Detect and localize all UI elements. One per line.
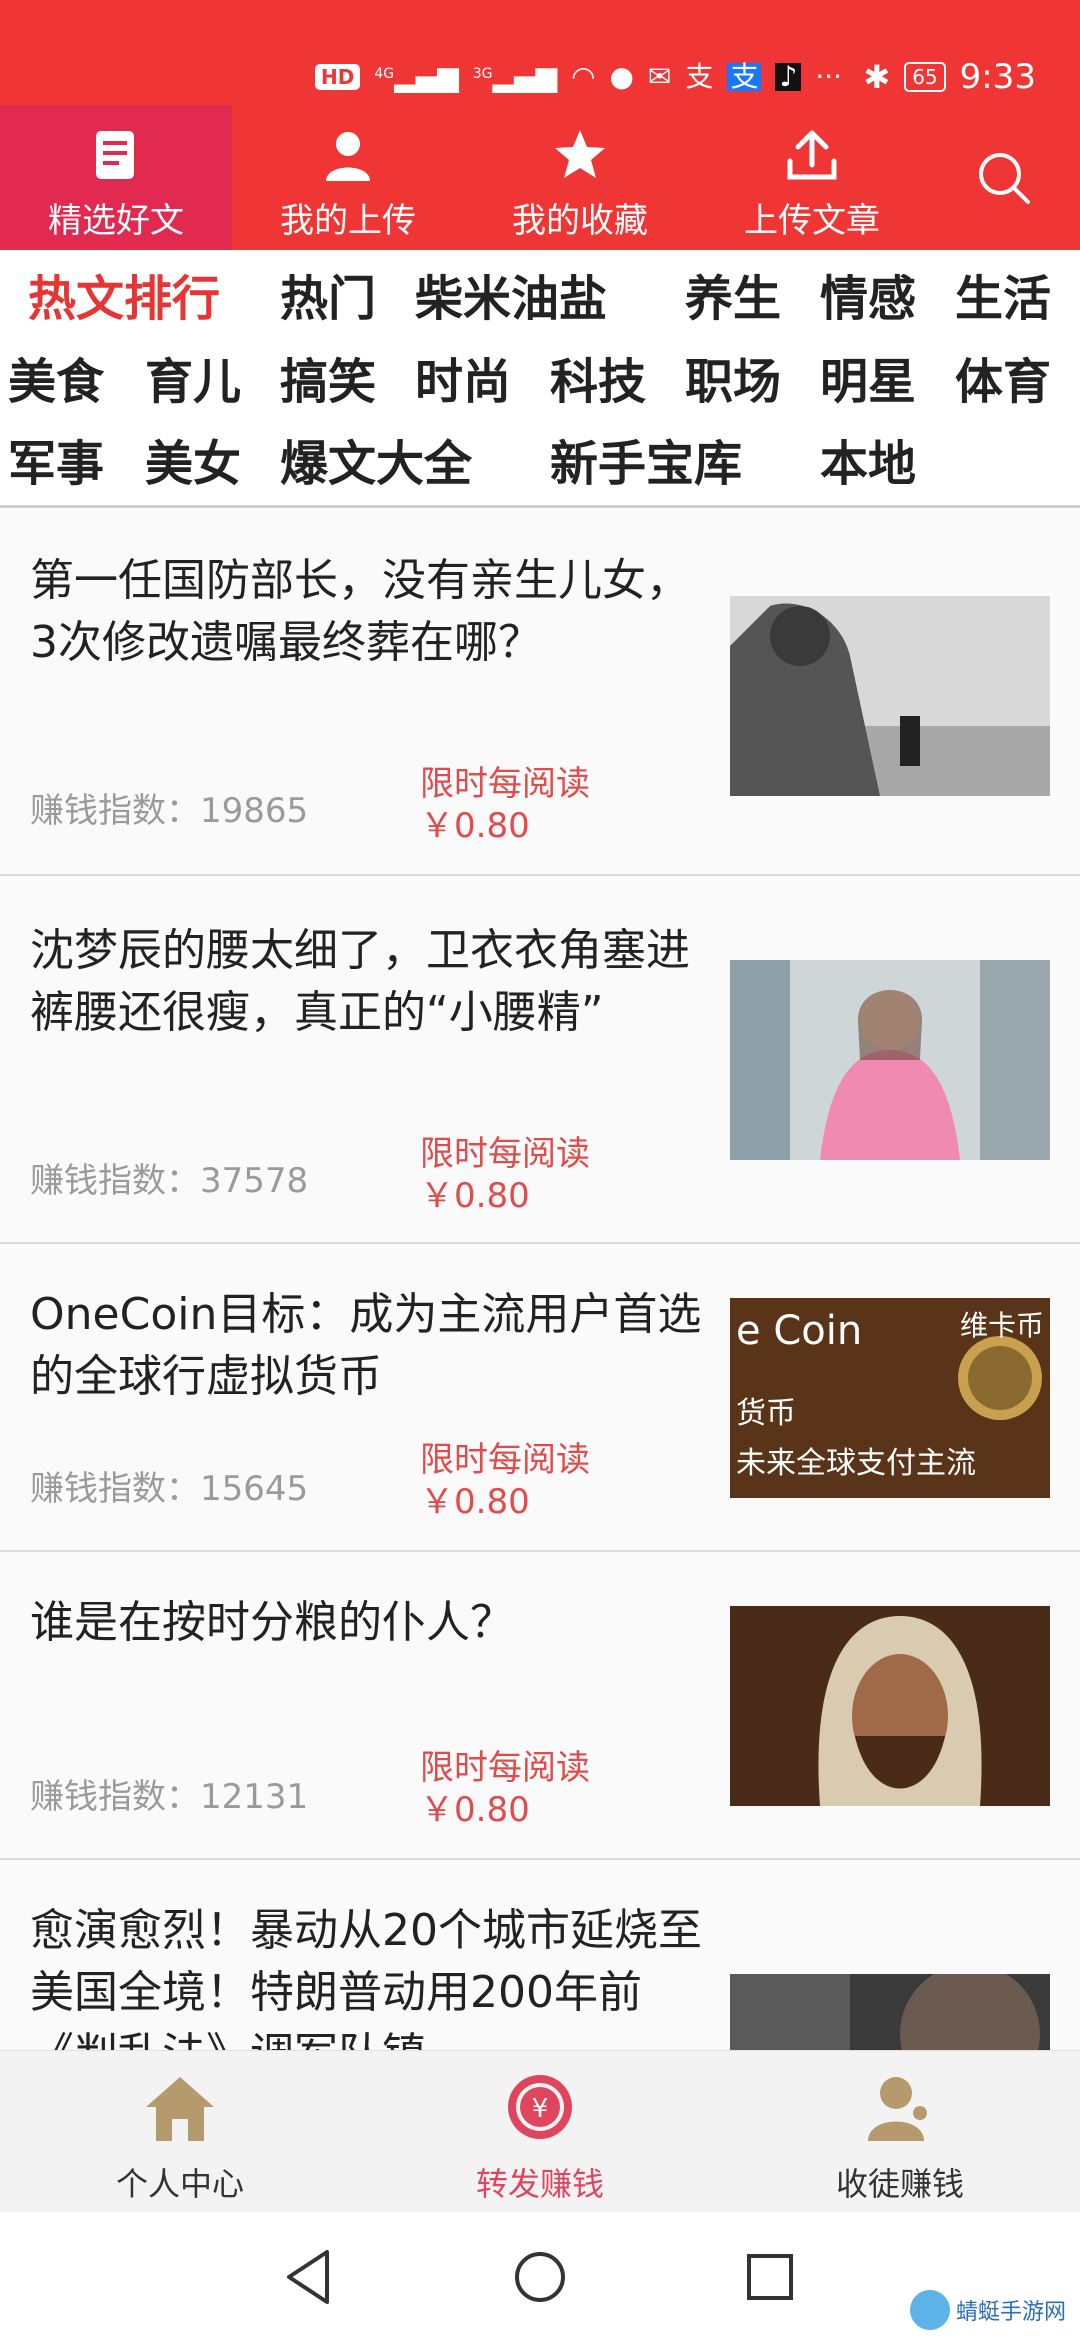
- category-military[interactable]: 军事: [8, 440, 104, 488]
- reward-info: 限时每阅读 ￥0.80: [420, 1134, 590, 1216]
- battery-icon: 65: [904, 62, 946, 92]
- tab-featured[interactable]: 精选好文: [0, 105, 232, 250]
- watermark: 蜻蜓手游网: [909, 2290, 1066, 2330]
- add-user-icon: [868, 2077, 930, 2141]
- watermark-logo-icon: [909, 2290, 950, 2330]
- earn-index: 赚钱指数：37578: [30, 1161, 309, 1201]
- tab-upload-article-label: 上传文章: [744, 201, 880, 241]
- wifi-icon: ◠: [571, 60, 596, 93]
- earn-index: 赚钱指数：19865: [30, 791, 309, 831]
- category-hot-ranking[interactable]: 热文排行: [28, 275, 220, 323]
- alipay-icon: 支: [685, 60, 714, 93]
- category-newbie[interactable]: 新手宝库: [550, 440, 742, 488]
- upload-icon: [787, 130, 837, 180]
- status-bar: HD 4G▂▄▆ 3G▂▄▆ ◠ ● ✉ 支 支 ♪ ··· ✱ 65 9:33: [0, 0, 1080, 105]
- search-button[interactable]: [928, 105, 1080, 250]
- tab-forward-earn-label: 转发赚钱: [475, 2165, 604, 2203]
- category-career[interactable]: 职场: [685, 358, 781, 406]
- search-icon: [979, 152, 1030, 204]
- yuan-coin-icon: ¥: [508, 2075, 572, 2139]
- article-title: 愈演愈烈！暴动从20个城市延烧至美国全境！特朗普动用200年前《判乱法》调军队镇: [30, 1905, 702, 2050]
- status-right-icons: ✱ 65 9:33: [863, 52, 1036, 102]
- article-thumbnail: e Coin 维卡币 货币 未来全球支付主流: [730, 1298, 1050, 1498]
- signal-icon: 4G▂▄▆: [374, 60, 459, 93]
- home-icon[interactable]: [505, 2242, 575, 2312]
- article-item[interactable]: 沈梦辰的腰太细了，卫衣衣角塞进裤腰还很瘦，真正的“小腰精” 赚钱指数：37578…: [0, 878, 1080, 1244]
- article-item[interactable]: 第一任国防部长，没有亲生儿女，3次修改遗嘱最终葬在哪？ 赚钱指数：19865 限…: [0, 508, 1080, 876]
- tab-upload-article[interactable]: 上传文章: [696, 105, 928, 250]
- article-thumbnail: [730, 1974, 1050, 2050]
- category-health[interactable]: 养生: [685, 275, 781, 323]
- tab-recruit-earn-label: 收徒赚钱: [835, 2165, 964, 2203]
- status-left-icons: HD 4G▂▄▆ 3G▂▄▆ ◠ ● ✉ 支 支 ♪ ···: [315, 52, 842, 102]
- hd-badge: HD: [315, 64, 361, 90]
- tab-my-uploads-label: 我的上传: [280, 201, 416, 241]
- reward-info: 限时每阅读 ￥0.80: [420, 764, 590, 846]
- tab-my-favorites[interactable]: 我的收藏: [464, 105, 696, 250]
- category-celebrity[interactable]: 明星: [820, 358, 916, 406]
- category-sports[interactable]: 体育: [955, 358, 1051, 406]
- article-item[interactable]: 谁是在按时分粮的仆人？ 赚钱指数：12131 限时每阅读 ￥0.80: [0, 1554, 1080, 1860]
- tab-personal-center-label: 个人中心: [115, 2165, 244, 2203]
- category-local[interactable]: 本地: [820, 440, 916, 488]
- back-icon[interactable]: [275, 2242, 345, 2312]
- category-fashion[interactable]: 时尚: [415, 358, 511, 406]
- signal-icon-2: 3G▂▄▆: [472, 60, 558, 93]
- earn-index: 赚钱指数：15645: [30, 1469, 309, 1509]
- wechat-icon: ✉: [647, 60, 672, 93]
- star-icon: [555, 130, 605, 178]
- article-thumbnail: [730, 1606, 1050, 1806]
- article-item[interactable]: 愈演愈烈！暴动从20个城市延烧至美国全境！特朗普动用200年前《判乱法》调军队镇: [0, 1862, 1080, 2050]
- tab-my-favorites-label: 我的收藏: [512, 201, 648, 241]
- category-emotion[interactable]: 情感: [820, 275, 916, 323]
- tab-recruit-earn[interactable]: 收徒赚钱: [720, 2051, 1080, 2212]
- article-title: OneCoin目标：成为主流用户首选的全球行虚拟货币: [30, 1289, 702, 1402]
- article-title: 沈梦辰的腰太细了，卫衣衣角塞进裤腰还很瘦，真正的“小腰精”: [30, 925, 690, 1038]
- tab-forward-earn[interactable]: ¥ 转发赚钱: [360, 2051, 720, 2212]
- svg-text:¥: ¥: [532, 2094, 549, 2124]
- house-icon: [146, 2077, 214, 2141]
- tiktok-icon: ♪: [775, 63, 802, 91]
- top-nav: 精选好文 我的上传 我的收藏 上传文章: [0, 105, 1080, 250]
- recents-icon[interactable]: [735, 2242, 805, 2312]
- bluetooth-icon: ✱: [863, 58, 891, 96]
- clock: 9:33: [959, 57, 1036, 97]
- reward-info: 限时每阅读 ￥0.80: [420, 1748, 590, 1830]
- article-thumbnail: [730, 596, 1050, 796]
- person-icon: [326, 132, 370, 181]
- more-icon: ···: [815, 60, 843, 93]
- article-title: 谁是在按时分粮的仆人？: [30, 1597, 514, 1648]
- article-item[interactable]: OneCoin目标：成为主流用户首选的全球行虚拟货币 赚钱指数：15645 限时…: [0, 1246, 1080, 1552]
- category-funny[interactable]: 搞笑: [280, 358, 376, 406]
- category-grid: 热文排行 热门 柴米油盐 养生 情感 生活 美食 育儿 搞笑 时尚 科技 职场 …: [0, 250, 1080, 508]
- category-tech[interactable]: 科技: [550, 358, 646, 406]
- tab-personal-center[interactable]: 个人中心: [0, 2051, 360, 2212]
- category-food[interactable]: 美食: [8, 358, 104, 406]
- reward-info: 限时每阅读 ￥0.80: [420, 1440, 590, 1522]
- bottom-tab-bar: 个人中心 ¥ 转发赚钱 收徒赚钱: [0, 2050, 1080, 2212]
- earn-index: 赚钱指数：12131: [30, 1777, 309, 1817]
- tab-my-uploads[interactable]: 我的上传: [232, 105, 464, 250]
- article-thumbnail: [730, 960, 1050, 1160]
- category-popular[interactable]: 热门: [280, 275, 376, 323]
- document-icon: [96, 131, 134, 179]
- category-daily-life[interactable]: 柴米油盐: [415, 275, 607, 323]
- article-feed[interactable]: 第一任国防部长，没有亲生儿女，3次修改遗嘱最终葬在哪？ 赚钱指数：19865 限…: [0, 508, 1080, 2050]
- category-parenting[interactable]: 育儿: [145, 358, 241, 406]
- tab-featured-label: 精选好文: [48, 201, 184, 241]
- app-icon: ●: [609, 60, 634, 93]
- article-title: 第一任国防部长，没有亲生儿女，3次修改遗嘱最终葬在哪？: [30, 555, 690, 668]
- category-beauty[interactable]: 美女: [145, 440, 241, 488]
- system-nav-bar: 蜻蜓手游网: [0, 2212, 1080, 2340]
- category-viral[interactable]: 爆文大全: [280, 440, 472, 488]
- alipay-icon-2: 支: [727, 63, 762, 91]
- category-life[interactable]: 生活: [955, 275, 1051, 323]
